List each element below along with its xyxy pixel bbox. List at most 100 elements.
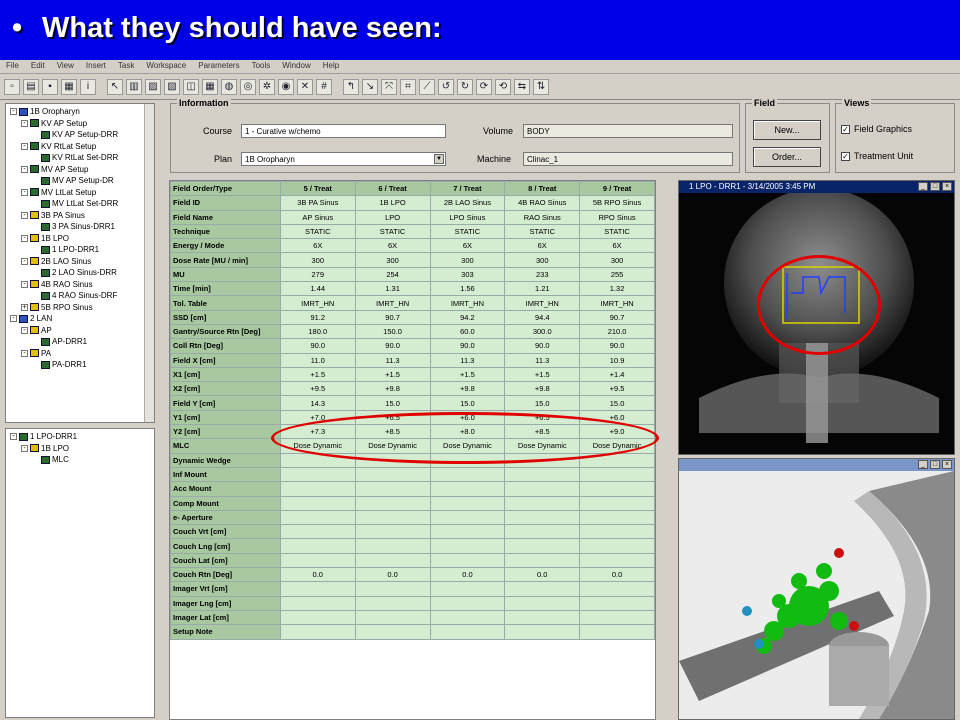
tree-item[interactable]: PA-DRR1 (10, 359, 154, 371)
table-cell[interactable] (579, 538, 655, 554)
table-cell[interactable]: +9.8 (429, 381, 506, 397)
table-cell[interactable]: 6X (279, 238, 356, 254)
tree-item[interactable]: MV AP Setup-DR (10, 175, 154, 187)
table-cell[interactable]: 150.0 (354, 323, 431, 340)
table-cell[interactable]: 90.0 (354, 338, 431, 354)
table-cell[interactable] (429, 538, 506, 554)
table-cell[interactable] (429, 552, 506, 569)
tree-item[interactable]: - 1 LPO-DRR1 (10, 431, 154, 443)
tree-item[interactable]: 4 RAO Sinus-DRF (10, 290, 154, 302)
tree-item[interactable]: - KV RtLat Setup (10, 141, 154, 153)
table-cell[interactable] (429, 509, 506, 526)
table-cell[interactable] (279, 495, 356, 511)
table-cell[interactable] (504, 481, 581, 497)
new-field-button[interactable]: New... (753, 120, 821, 140)
tree-item[interactable]: - PA (10, 348, 154, 360)
table-cell[interactable]: 6X (429, 238, 506, 254)
table-cell[interactable]: IMRT_HN (429, 295, 506, 311)
table-cell[interactable]: +1.4 (579, 366, 655, 383)
table-cell[interactable] (354, 509, 431, 526)
collapse-icon[interactable]: - (21, 280, 28, 288)
table-cell[interactable] (354, 538, 431, 554)
table-cell[interactable]: 90.0 (579, 338, 655, 354)
info-icon[interactable]: i (80, 78, 96, 95)
table-cell[interactable]: 300 (279, 252, 356, 268)
menu-item-window[interactable]: Window (276, 60, 316, 70)
close-icon[interactable]: × (942, 460, 952, 469)
table-cell[interactable]: STATIC (429, 223, 506, 240)
field-graphics-checkbox[interactable]: ✓ (841, 125, 850, 134)
minimize-icon[interactable]: _ (918, 460, 928, 469)
menu-item-workspace[interactable]: Workspace (140, 60, 192, 70)
table-cell[interactable]: 300 (579, 252, 655, 268)
new-icon[interactable]: ▫ (4, 78, 20, 95)
tree-item[interactable]: 3 PA Sinus-DRR1 (10, 221, 154, 233)
tree-item[interactable]: - MV LtLat Setup (10, 187, 154, 199)
dose-icon[interactable]: ◉ (278, 78, 294, 95)
rotate-cw-icon[interactable]: ⟳ (476, 78, 492, 95)
table-cell[interactable] (579, 481, 655, 497)
table-cell[interactable] (279, 509, 356, 526)
table-cell[interactable]: +9.8 (504, 381, 581, 397)
collapse-icon[interactable]: - (21, 188, 28, 196)
table-cell[interactable] (429, 624, 506, 640)
table-cell[interactable] (279, 609, 356, 626)
table-cell[interactable]: STATIC (579, 223, 655, 240)
collapse-icon[interactable]: - (21, 119, 28, 127)
open-icon[interactable]: ▤ (23, 78, 39, 95)
table-cell[interactable]: 11.3 (504, 352, 581, 368)
tree-item[interactable]: - 1B Oropharyn (10, 106, 154, 118)
chevron-down-icon[interactable]: ▼ (434, 154, 444, 164)
plan-dropdown[interactable]: 1B Oropharyn ▼ (241, 152, 446, 166)
table-cell[interactable] (579, 552, 655, 569)
tree-item[interactable]: 2 LAO Sinus-DRR (10, 267, 154, 279)
table-cell[interactable]: 1.56 (429, 281, 506, 297)
minimize-icon[interactable]: _ (918, 182, 928, 191)
close-icon[interactable]: × (942, 182, 952, 191)
table-cell[interactable] (429, 466, 506, 483)
table-cell[interactable]: 0.0 (354, 567, 431, 583)
tree-item[interactable]: KV RtLat Set-DRR (10, 152, 154, 164)
tree-item[interactable]: 1 LPO-DRR1 (10, 244, 154, 256)
collapse-icon[interactable]: - (10, 108, 17, 116)
table-cell[interactable]: IMRT_HN (504, 295, 581, 311)
course-field[interactable]: 1 - Curative w/chemo (241, 124, 446, 138)
tree-item[interactable]: +5B RPO Sinus (10, 302, 154, 314)
table-cell[interactable]: 233 (504, 266, 581, 283)
tree-item[interactable]: KV AP Setup-DRR (10, 129, 154, 141)
table-cell[interactable]: 300 (354, 252, 431, 268)
table-cell[interactable] (579, 524, 655, 540)
table-cell[interactable]: IMRT_HN (579, 295, 655, 311)
table-cell[interactable]: 210.0 (579, 323, 655, 340)
rotate-left-icon[interactable]: ↺ (438, 78, 454, 95)
menu-item-insert[interactable]: Insert (80, 60, 112, 70)
menu-item-help[interactable]: Help (317, 60, 345, 70)
table-cell[interactable]: 1B LPO (354, 195, 431, 211)
tree-item[interactable]: - 2 LAN (10, 313, 154, 325)
table-cell[interactable] (429, 609, 506, 626)
table-cell[interactable]: 279 (279, 266, 356, 283)
table-cell[interactable] (279, 624, 356, 640)
menu-item-task[interactable]: Task (112, 60, 140, 70)
table-cell[interactable]: 4B RAO Sinus (504, 195, 581, 211)
table-cell[interactable]: 254 (354, 266, 431, 283)
table-icon[interactable]: ▥ (126, 78, 142, 95)
tree-item[interactable]: MV LtLat Set-DRR (10, 198, 154, 210)
table-cell[interactable] (579, 509, 655, 526)
table-cell[interactable]: STATIC (279, 223, 356, 240)
tree-item[interactable]: - KV AP Setup (10, 118, 154, 130)
table-cell[interactable]: 94.4 (504, 309, 581, 325)
gear-icon[interactable]: ✲ (259, 78, 275, 95)
rotate-right-icon[interactable]: ↻ (457, 78, 473, 95)
tree-item[interactable]: - 1B LPO (10, 233, 154, 245)
table-cell[interactable]: 6X (504, 238, 581, 254)
image-icon[interactable]: ▧ (164, 78, 180, 95)
table-cell[interactable] (429, 581, 506, 597)
table-cell[interactable]: +1.5 (429, 366, 506, 383)
table-cell[interactable]: 300.0 (504, 323, 581, 340)
table-cell[interactable]: 90.7 (579, 309, 655, 325)
tree-scrollbar[interactable] (144, 104, 154, 422)
table-cell[interactable]: RAO Sinus (504, 209, 581, 225)
table-cell[interactable] (354, 609, 431, 626)
order-field-button[interactable]: Order... (753, 147, 821, 167)
